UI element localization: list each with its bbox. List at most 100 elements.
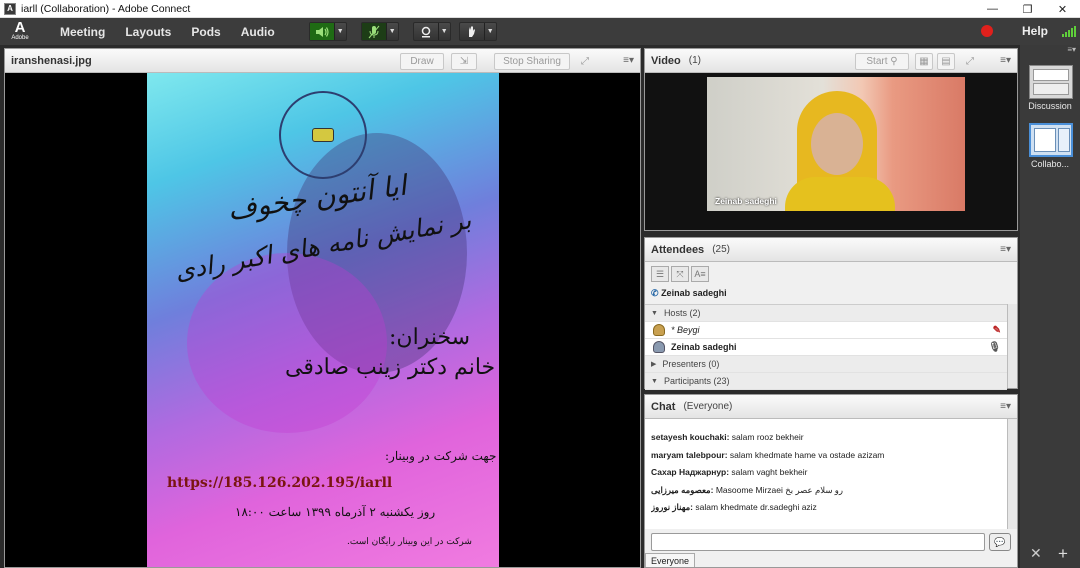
video-area: Zeinab sadeghi [645,73,1017,230]
group-presenters[interactable]: ▶ Presenters (0) [645,356,1007,373]
group-participants-label: Participants (23) [663,376,730,386]
menu-meeting[interactable]: Meeting [60,25,105,39]
shared-image-poster: ایا آنتون چخوف بر نمایش نامه های اکبر را… [147,73,499,567]
draw-button[interactable]: Draw [400,53,444,70]
share-content: ایا آنتون چخوف بر نمایش نامه های اکبر را… [5,73,640,567]
minimize-button[interactable]: — [975,0,1010,18]
webcam-icon: ⚲ [890,56,898,67]
share-pod-title: iranshenasi.jpg [11,54,92,67]
share-pod-header: iranshenasi.jpg Draw ⇲ Stop Sharing ⤢ ≡▾ [5,49,640,73]
raise-hand-button[interactable]: ▼ [458,22,497,41]
pod-menu-icon[interactable]: ≡▾ [1000,55,1011,66]
record-icon[interactable] [981,25,993,37]
chat-sender: معصومه میرزایی: [651,484,714,495]
chat-sender: maryam talebpour: [651,449,728,460]
video-pod: Video (1) Start ⚲ ▦ ▤ ⤢ ≡▾ Zeinab sadegh… [644,48,1018,231]
manage-layouts-icon[interactable]: ✕ [1030,545,1042,562]
chat-pod-header: Chat (Everyone) ≡▾ [645,395,1017,419]
breakout-view-icon[interactable]: ⤧ [671,266,689,282]
start-webcam-label: Start [866,56,888,67]
webcam-icon [414,23,438,40]
video-pod-header: Video (1) Start ⚲ ▦ ▤ ⤢ ≡▾ [645,49,1017,73]
video-feed[interactable]: Zeinab sadeghi [707,77,965,211]
list-view-icon[interactable]: ☰ [651,266,669,282]
attendees-scrollbar[interactable] [1007,304,1017,388]
group-participants[interactable]: ▼ Participants (23) [645,373,1007,390]
layout-collaboration[interactable] [1029,123,1073,157]
layout-discussion-label: Discussion [1028,101,1072,111]
active-speaker: ✆ Zeinab sadeghi [651,288,727,299]
restore-button[interactable]: ❐ [1010,0,1045,18]
pod-menu-icon[interactable]: ≡▾ [1000,401,1011,412]
fullscreen-icon[interactable]: ⤢ [575,53,595,70]
speaker-button[interactable]: ▼ [308,22,347,41]
chat-sender: مهناز نوروز: [651,502,694,512]
add-layout-icon[interactable]: + [1058,544,1068,564]
chevron-down-icon[interactable]: ▼ [483,23,496,40]
menu-layouts[interactable]: Layouts [125,25,171,39]
group-hosts-label: Hosts (2) [663,308,701,318]
chat-tab-everyone[interactable]: Everyone [645,553,695,567]
adobe-logo-text: Adobe [11,35,29,41]
layout-discussion[interactable] [1029,65,1073,99]
close-button[interactable]: ✕ [1045,0,1080,18]
chat-sender: Сахар Наджарнур: [651,467,730,477]
start-webcam-button[interactable]: Start ⚲ [855,53,909,70]
chat-scrollbar[interactable] [1007,419,1017,529]
microphone-icon [361,23,386,40]
host-user-icon [653,324,665,336]
poster-seal-book-icon [312,128,334,142]
menu-pods[interactable]: Pods [191,25,220,39]
chevron-down-icon: ▼ [651,309,658,317]
pod-menu-icon[interactable]: ≡▾ [1000,244,1011,255]
group-presenters-label: Presenters (0) [662,359,720,369]
video-pod-count: (1) [688,55,701,66]
chat-text: salam khedmate hame va ostade azizam [727,449,885,460]
webcam-button[interactable]: ▼ [412,22,451,41]
poster-datetime: روز یکشنبه ۲ آذرماه ۱۳۹۹ ساعت ۱۸:۰۰ [235,505,436,519]
chevron-down-icon[interactable]: ▼ [437,23,450,40]
video-feed-name: Zeinab sadeghi [715,196,777,206]
group-hosts[interactable]: ▼ Hosts (2) [645,305,1007,322]
fullscreen-icon[interactable]: ⤢ [961,53,979,70]
poster-free-note: شرکت در این وبینار رایگان است. [347,537,472,547]
chat-message: مهناز نوروز: salam khedmate dr.sadeghi a… [651,499,1001,517]
list-item[interactable]: * Beygi ✎ [645,322,1007,339]
poster-speaker-name: خانم دکتر زینب صادقی [285,355,496,380]
chevron-down-icon[interactable]: ▼ [385,23,398,40]
mic-muted-icon: ✎ [992,324,1001,336]
layouts-bar-menu-icon[interactable]: ≡▾ [1067,45,1076,54]
mic-active-icon: 🎙 [988,341,1001,353]
status-view-icon[interactable]: A≡ [691,266,709,282]
chat-pod-scope: (Everyone) [683,401,733,412]
poster-join-label: جهت شرکت در وبینار: [385,449,497,463]
raise-hand-icon [460,23,484,40]
help-menu[interactable]: Help [1022,24,1048,38]
connection-bars-icon [1062,25,1076,37]
stop-sharing-button[interactable]: Stop Sharing [494,53,570,70]
sync-icon[interactable]: ⇲ [451,53,477,70]
list-item[interactable]: Zeinab sadeghi 🎙 [645,339,1007,356]
menu-audio[interactable]: Audio [241,25,275,39]
layout-collaboration-label: Collabo... [1030,159,1070,169]
filmstrip-view-icon[interactable]: ▤ [937,53,955,70]
host-user-icon [653,341,665,353]
chat-message: Сахар Наджарнур: salam vaght bekheir [651,464,1001,482]
window-controls: — ❐ ✕ [975,0,1080,18]
attendees-pod: Attendees (25) ≡▾ ☰ ⤧ A≡ ✆ Zeinab sadegh… [644,237,1018,390]
chevron-down-icon[interactable]: ▼ [333,23,346,40]
poster-speaker-label: سخنران: [389,325,471,350]
share-pod: iranshenasi.jpg Draw ⇲ Stop Sharing ⤢ ≡▾… [4,48,641,568]
chat-bubble-icon: 💬 [994,536,1006,547]
microphone-button[interactable]: ▼ [360,22,399,41]
app-icon: A [4,2,16,15]
send-message-button[interactable]: 💬 [989,533,1011,551]
video-person-face [811,113,863,175]
chat-pod-title: Chat [651,400,676,413]
chevron-down-icon: ▼ [651,377,658,385]
main-menubar: A Adobe Meeting Layouts Pods Audio ▼ ▼ ▼… [0,18,1080,45]
chat-input[interactable] [651,533,985,551]
pod-menu-icon[interactable]: ≡▾ [623,55,634,66]
grid-view-icon[interactable]: ▦ [915,53,933,70]
video-person-shoulders [785,177,895,211]
